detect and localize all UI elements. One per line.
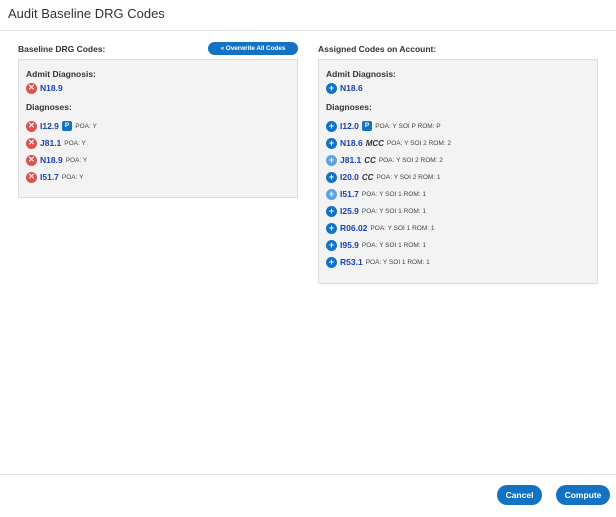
baseline-diagnosis-row: ✕ I12.9 P POA: Y: [26, 120, 97, 132]
assigned-heading: Assigned Codes on Account:: [318, 44, 437, 54]
assigned-codes-panel: Admit Diagnosis: + N18.6 Diagnoses: + I1…: [318, 59, 598, 284]
diagnosis-meta: POA: Y: [61, 173, 84, 181]
cancel-button[interactable]: Cancel: [497, 485, 542, 505]
principal-badge: P: [361, 121, 373, 131]
diagnosis-code[interactable]: I51.7: [40, 172, 59, 182]
baseline-admit-row: ✕ N18.9: [26, 82, 63, 94]
diagnosis-meta: POA: Y SOI 1 ROM: 1: [365, 258, 430, 266]
assigned-diagnosis-row: + I20.0 CC POA: Y SOI 2 ROM: 1: [326, 171, 441, 183]
assigned-diagnosis-row: + R53.1 POA: Y SOI 1 ROM: 1: [326, 256, 430, 268]
add-icon[interactable]: +: [326, 154, 337, 166]
diagnosis-code[interactable]: N18.9: [40, 155, 63, 165]
diagnosis-code[interactable]: R06.02: [340, 223, 367, 233]
baseline-diagnoses-label: Diagnoses:: [26, 102, 72, 112]
assigned-admit-row: + N18.6: [326, 82, 363, 94]
assigned-admit-label: Admit Diagnosis:: [326, 69, 396, 79]
add-icon[interactable]: +: [326, 256, 337, 268]
add-icon[interactable]: +: [326, 205, 337, 217]
add-icon[interactable]: +: [326, 82, 337, 94]
add-icon[interactable]: +: [326, 137, 337, 149]
principal-badge: P: [61, 121, 73, 131]
diagnosis-code[interactable]: I12.9: [40, 121, 59, 131]
assigned-diagnosis-row: + I95.9 POA: Y SOI 1 ROM: 1: [326, 239, 426, 251]
overwrite-all-codes-button[interactable]: « Overwrite All Codes: [208, 42, 298, 55]
assigned-diagnosis-row: + I51.7 POA: Y SOI 1 ROM: 1: [326, 188, 426, 200]
assigned-diagnosis-row: + I25.9 POA: Y SOI 1 ROM: 1: [326, 205, 426, 217]
diagnosis-meta: POA: Y: [65, 156, 88, 164]
assigned-diagnosis-row: + R06.02 POA: Y SOI 1 ROM: 1: [326, 222, 434, 234]
diagnosis-meta: POA: Y: [64, 139, 86, 147]
assigned-diagnosis-row: + J81.1 CC POA: Y SOI 2 ROM: 2: [326, 154, 443, 166]
diagnosis-code[interactable]: J81.1: [340, 155, 361, 165]
diagnosis-code[interactable]: N18.9: [40, 83, 63, 93]
diagnosis-code[interactable]: J81.1: [40, 138, 61, 148]
compute-button[interactable]: Compute: [556, 485, 610, 505]
diagnosis-meta: POA: Y: [75, 122, 97, 130]
assigned-diagnosis-row: + N18.6 MCC POA: Y SOI 2 ROM: 2: [326, 137, 451, 149]
header-divider: [0, 30, 616, 31]
add-icon[interactable]: +: [326, 171, 337, 183]
footer-divider: [0, 474, 616, 475]
diagnosis-code[interactable]: N18.6: [340, 138, 363, 148]
add-icon[interactable]: +: [326, 120, 337, 132]
dialog-title: Audit Baseline DRG Codes: [8, 6, 165, 21]
diagnosis-meta: POA: Y SOI 2 ROM: 2: [378, 156, 443, 164]
baseline-diagnosis-row: ✕ N18.9 POA: Y: [26, 154, 87, 166]
baseline-heading: Baseline DRG Codes:: [18, 44, 106, 54]
diagnosis-code[interactable]: I95.9: [340, 240, 359, 250]
diagnosis-code[interactable]: I20.0: [340, 172, 359, 182]
baseline-codes-panel: Admit Diagnosis: ✕ N18.9 Diagnoses: ✕ I1…: [18, 59, 298, 198]
add-icon[interactable]: +: [326, 222, 337, 234]
diagnosis-code[interactable]: R53.1: [340, 257, 363, 267]
remove-icon[interactable]: ✕: [26, 82, 37, 94]
diagnosis-meta: POA: Y SOI 1 ROM: 1: [361, 190, 426, 198]
assigned-diagnosis-row: + I12.0 P POA: Y SOI P ROM: P: [326, 120, 441, 132]
baseline-diagnosis-row: ✕ J81.1 POA: Y: [26, 137, 86, 149]
add-icon[interactable]: +: [326, 188, 337, 200]
diagnosis-meta: POA: Y SOI P ROM: P: [375, 122, 441, 130]
diagnosis-code[interactable]: I25.9: [340, 206, 359, 216]
baseline-diagnosis-row: ✕ I51.7 POA: Y: [26, 171, 83, 183]
diagnosis-code[interactable]: I12.0: [340, 121, 359, 131]
remove-icon[interactable]: ✕: [26, 120, 37, 132]
remove-icon[interactable]: ✕: [26, 171, 37, 183]
diagnosis-code[interactable]: N18.6: [340, 83, 363, 93]
add-icon[interactable]: +: [326, 239, 337, 251]
diagnosis-meta: POA: Y SOI 2 ROM: 2: [386, 139, 451, 147]
diagnosis-meta: POA: Y SOI 1 ROM: 1: [361, 207, 426, 215]
diagnosis-meta: POA: Y SOI 2 ROM: 1: [376, 173, 441, 181]
diagnosis-meta: POA: Y SOI 1 ROM: 1: [370, 224, 435, 232]
severity-tag: CC: [361, 172, 374, 182]
severity-tag: CC: [364, 155, 376, 165]
diagnosis-code[interactable]: I51.7: [340, 189, 359, 199]
diagnosis-meta: POA: Y SOI 1 ROM: 1: [361, 241, 426, 249]
assigned-diagnoses-label: Diagnoses:: [326, 102, 372, 112]
remove-icon[interactable]: ✕: [26, 137, 37, 149]
baseline-admit-label: Admit Diagnosis:: [26, 69, 96, 79]
remove-icon[interactable]: ✕: [26, 154, 37, 166]
severity-tag: MCC: [365, 138, 384, 148]
